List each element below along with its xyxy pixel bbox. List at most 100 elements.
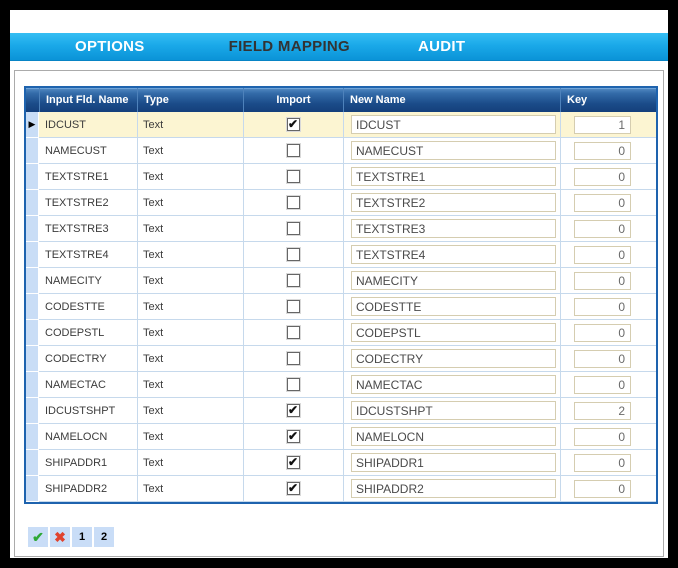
new-name-cell	[343, 398, 560, 424]
row-selector[interactable]	[26, 216, 39, 242]
import-checkbox[interactable]	[287, 326, 300, 339]
new-name-input[interactable]	[351, 375, 556, 394]
import-checkbox[interactable]	[287, 429, 300, 443]
table-row: NAMECITY Text	[26, 268, 656, 294]
new-name-cell	[343, 112, 560, 138]
import-checkbox[interactable]	[287, 196, 300, 209]
row-selector[interactable]	[26, 190, 39, 216]
row-selector[interactable]	[26, 294, 39, 320]
row-selector[interactable]	[26, 450, 39, 476]
new-name-input[interactable]	[351, 427, 556, 446]
tab-options[interactable]: OPTIONS	[75, 38, 145, 55]
tab-field-mapping[interactable]: FIELD MAPPING	[229, 38, 350, 55]
import-checkbox[interactable]	[287, 378, 300, 391]
key-cell	[560, 216, 656, 242]
input-field-name-cell: TEXTSTRE3	[39, 216, 137, 242]
import-checkbox[interactable]	[287, 274, 300, 287]
column-header-input-fld-name: Input Fld. Name	[39, 88, 137, 112]
import-cell	[243, 138, 343, 164]
type-cell: Text	[137, 164, 243, 190]
input-field-name-cell: NAMECUST	[39, 138, 137, 164]
key-input[interactable]	[574, 401, 631, 420]
key-input[interactable]	[574, 375, 631, 394]
new-name-input[interactable]	[351, 219, 556, 238]
import-cell	[243, 424, 343, 450]
key-cell	[560, 424, 656, 450]
tab-audit[interactable]: AUDIT	[418, 38, 465, 55]
type-cell: Text	[137, 190, 243, 216]
key-input[interactable]	[574, 167, 631, 186]
new-name-input[interactable]	[351, 245, 556, 264]
type-cell: Text	[137, 424, 243, 450]
table-row: NAMECTAC Text	[26, 372, 656, 398]
key-input[interactable]	[574, 349, 631, 368]
app-window-frame: OPTIONS FIELD MAPPING AUDIT Input Fld. N…	[0, 0, 678, 568]
import-checkbox[interactable]	[287, 248, 300, 261]
import-cell	[243, 372, 343, 398]
input-field-name-cell: NAMECTAC	[39, 372, 137, 398]
key-input[interactable]	[574, 271, 631, 290]
key-input[interactable]	[574, 245, 631, 264]
cancel-button[interactable]: ✖	[50, 527, 70, 547]
key-input[interactable]	[574, 115, 631, 134]
new-name-input[interactable]	[351, 271, 556, 290]
import-checkbox[interactable]	[287, 481, 300, 495]
input-field-name-cell: NAMECITY	[39, 268, 137, 294]
column-header-import: Import	[243, 88, 343, 112]
key-input[interactable]	[574, 323, 631, 342]
input-field-name-cell: SHIPADDR1	[39, 450, 137, 476]
import-checkbox[interactable]	[287, 455, 300, 469]
page-2-button[interactable]: 2	[94, 527, 114, 547]
row-selector[interactable]	[26, 138, 39, 164]
new-name-input[interactable]	[351, 167, 556, 186]
new-name-input[interactable]	[351, 401, 556, 420]
grid-header: Input Fld. Name Type Import New Name Key	[26, 88, 656, 112]
row-selector[interactable]	[26, 242, 39, 268]
import-checkbox[interactable]	[287, 352, 300, 365]
row-selector[interactable]	[26, 372, 39, 398]
input-field-name-cell: TEXTSTRE1	[39, 164, 137, 190]
row-selector[interactable]	[26, 320, 39, 346]
new-name-input[interactable]	[351, 115, 556, 134]
import-checkbox[interactable]	[287, 300, 300, 313]
key-input[interactable]	[574, 479, 631, 498]
import-checkbox[interactable]	[287, 403, 300, 417]
new-name-input[interactable]	[351, 141, 556, 160]
import-checkbox[interactable]	[287, 144, 300, 157]
new-name-input[interactable]	[351, 297, 556, 316]
row-selector[interactable]	[26, 268, 39, 294]
new-name-cell	[343, 164, 560, 190]
key-input[interactable]	[574, 453, 631, 472]
row-selector[interactable]: ▶	[26, 112, 39, 138]
selector-column-header	[26, 88, 39, 112]
row-selector[interactable]	[26, 346, 39, 372]
type-cell: Text	[137, 294, 243, 320]
page-1-button[interactable]: 1	[72, 527, 92, 547]
key-cell	[560, 190, 656, 216]
row-selector[interactable]	[26, 424, 39, 450]
row-selector[interactable]	[26, 476, 39, 502]
key-input[interactable]	[574, 219, 631, 238]
import-checkbox[interactable]	[287, 222, 300, 235]
new-name-input[interactable]	[351, 193, 556, 212]
bottom-toolbar: ✔ ✖ 1 2	[28, 527, 114, 547]
confirm-button[interactable]: ✔	[28, 527, 48, 547]
table-row: TEXTSTRE1 Text	[26, 164, 656, 190]
key-input[interactable]	[574, 297, 631, 316]
key-input[interactable]	[574, 193, 631, 212]
new-name-input[interactable]	[351, 453, 556, 472]
key-input[interactable]	[574, 427, 631, 446]
import-cell	[243, 476, 343, 502]
key-input[interactable]	[574, 141, 631, 160]
row-selector[interactable]	[26, 164, 39, 190]
new-name-cell	[343, 268, 560, 294]
new-name-cell	[343, 450, 560, 476]
new-name-input[interactable]	[351, 479, 556, 498]
import-checkbox[interactable]	[287, 117, 300, 131]
new-name-input[interactable]	[351, 349, 556, 368]
import-checkbox[interactable]	[287, 170, 300, 183]
new-name-input[interactable]	[351, 323, 556, 342]
checkmark-icon: ✔	[32, 529, 44, 545]
row-selector[interactable]	[26, 398, 39, 424]
table-row: CODECTRY Text	[26, 346, 656, 372]
